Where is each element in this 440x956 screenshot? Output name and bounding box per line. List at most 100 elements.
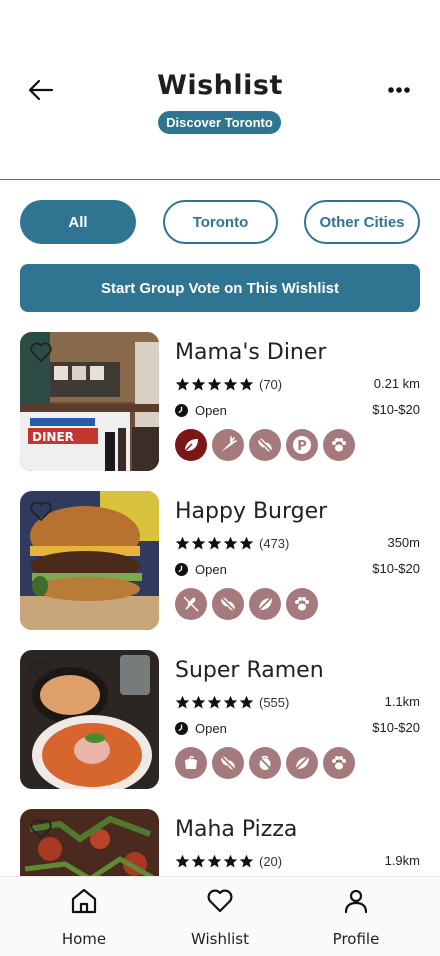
vegetarian-icon[interactable] (249, 588, 281, 620)
star-icon (191, 695, 206, 708)
amenity-list (175, 588, 318, 620)
nut-free-icon[interactable] (249, 747, 281, 779)
restaurant-card[interactable]: Super Ramen (555) 1.1km Open $10-$20 (20, 650, 420, 790)
nav-profile-label: Profile (332, 930, 380, 948)
amenity-list: P (175, 429, 355, 461)
star-icon (239, 536, 254, 549)
review-count: (70) (259, 376, 283, 392)
restaurant-name: Super Ramen (175, 658, 324, 683)
carrot-icon[interactable] (212, 429, 244, 461)
star-icon (175, 695, 190, 708)
restaurant-card[interactable]: Maha Pizza (20) 1.9km (20, 809, 420, 876)
star-rating (175, 377, 254, 392)
more-options-button[interactable] (384, 76, 414, 104)
star-icon (191, 854, 206, 867)
filter-toronto[interactable]: Toronto (163, 200, 278, 244)
svg-text:DINER: DINER (32, 430, 74, 444)
heart-icon (207, 889, 233, 913)
star-rating (175, 536, 254, 551)
restaurant-photo (20, 809, 159, 876)
open-status: Open (175, 719, 227, 737)
open-status: Open (175, 560, 227, 578)
svg-text:P: P (297, 439, 307, 454)
star-rating (175, 695, 254, 710)
filter-all[interactable]: All (20, 200, 136, 244)
star-icon (207, 695, 222, 708)
restaurant-card[interactable]: DINER Mama's Diner (70) 0.21 km Open $10… (20, 332, 420, 472)
restaurant-photo (20, 650, 159, 789)
star-icon (191, 536, 206, 549)
heart-icon[interactable] (29, 659, 53, 681)
clock-icon (175, 403, 188, 417)
heart-icon[interactable] (29, 341, 53, 363)
filter-tabs: All Toronto Other Cities (20, 200, 420, 244)
halal-icon[interactable] (175, 747, 207, 779)
filter-other-cities[interactable]: Other Cities (304, 200, 420, 244)
star-icon (175, 377, 190, 390)
gluten-free-icon[interactable] (212, 588, 244, 620)
nav-home-label: Home (61, 930, 107, 948)
distance: 1.9km (384, 853, 420, 868)
nav-wishlist[interactable]: Wishlist (165, 887, 275, 949)
amenity-list (175, 747, 355, 779)
price-range: $10-$20 (372, 561, 420, 576)
wheat-free-icon[interactable] (175, 588, 207, 620)
page-title: Wishlist (157, 70, 283, 101)
pet-friendly-icon[interactable] (286, 588, 318, 620)
nav-wishlist-label: Wishlist (190, 930, 250, 948)
clock-icon (175, 562, 188, 576)
start-group-vote-button[interactable]: Start Group Vote on This Wishlist (20, 264, 420, 312)
status-text: Open (195, 402, 227, 418)
vegetarian-icon[interactable] (286, 747, 318, 779)
star-icon (239, 377, 254, 390)
clock-icon (175, 721, 188, 735)
vegan-leaf-icon[interactable] (175, 429, 207, 461)
rating: (70) (175, 375, 282, 393)
heart-icon[interactable] (29, 500, 53, 522)
star-icon (207, 536, 222, 549)
restaurant-photo (20, 491, 159, 630)
restaurant-name: Maha Pizza (175, 817, 298, 842)
rating: (473) (175, 534, 289, 552)
bottom-navigation: Home Wishlist Profile (0, 876, 440, 956)
nav-profile[interactable]: Profile (301, 887, 411, 949)
restaurant-name: Mama's Diner (175, 340, 327, 365)
distance: 0.21 km (373, 376, 420, 391)
header: Wishlist Discover Toronto (0, 0, 440, 180)
star-icon (223, 695, 238, 708)
gluten-free-icon[interactable] (212, 747, 244, 779)
star-icon (239, 854, 254, 867)
gluten-free-icon[interactable] (249, 429, 281, 461)
home-icon (71, 888, 97, 914)
review-count: (473) (259, 535, 290, 551)
pet-friendly-icon[interactable] (323, 747, 355, 779)
price-range: $10-$20 (372, 720, 420, 735)
star-rating (175, 854, 254, 869)
star-icon (223, 377, 238, 390)
status-text: Open (195, 720, 227, 736)
restaurant-photo: DINER (20, 332, 159, 471)
star-icon (175, 536, 190, 549)
open-status: Open (175, 401, 227, 419)
star-icon (191, 377, 206, 390)
location-badge[interactable]: Discover Toronto (158, 111, 281, 134)
price-range: $10-$20 (372, 402, 420, 417)
star-icon (207, 377, 222, 390)
more-horizontal-icon (388, 87, 410, 93)
heart-icon[interactable] (29, 818, 53, 840)
star-icon (223, 536, 238, 549)
review-count: (20) (259, 853, 283, 869)
rating: (20) (175, 852, 282, 870)
star-icon (239, 695, 254, 708)
rating: (555) (175, 693, 289, 711)
status-text: Open (195, 561, 227, 577)
distance: 1.1km (384, 694, 420, 709)
pet-friendly-icon[interactable] (323, 429, 355, 461)
review-count: (555) (259, 694, 290, 710)
restaurant-card[interactable]: Happy Burger (473) 350m Open $10-$20 (20, 491, 420, 631)
parking-icon[interactable]: P (286, 429, 318, 461)
star-icon (175, 854, 190, 867)
distance: 350m (387, 535, 420, 550)
star-icon (207, 854, 222, 867)
nav-home[interactable]: Home (29, 887, 139, 949)
